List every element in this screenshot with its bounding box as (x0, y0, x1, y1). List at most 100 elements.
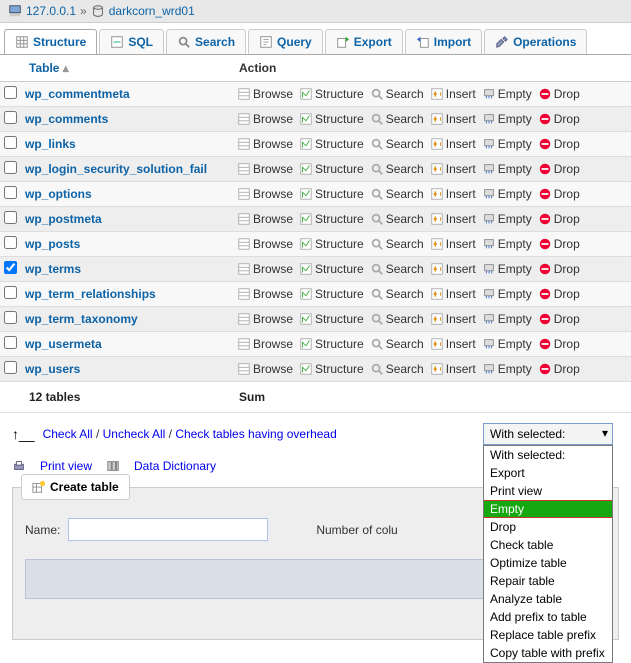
table-name-link[interactable]: wp_links (25, 137, 76, 151)
dropdown-option[interactable]: Replace table prefix (484, 626, 612, 644)
table-name-link[interactable]: wp_term_taxonomy (25, 312, 138, 326)
dropdown-option[interactable]: Empty (484, 500, 612, 518)
search-action[interactable]: Search (368, 111, 426, 127)
table-name-link[interactable]: wp_usermeta (25, 337, 102, 351)
row-checkbox[interactable] (4, 236, 17, 249)
tab-structure[interactable]: Structure (4, 29, 97, 54)
search-action[interactable]: Search (368, 336, 426, 352)
structure-action[interactable]: Structure (297, 211, 366, 227)
drop-action[interactable]: Drop (536, 186, 582, 202)
structure-action[interactable]: Structure (297, 111, 366, 127)
empty-action[interactable]: Empty (480, 311, 534, 327)
row-checkbox[interactable] (4, 261, 17, 274)
search-action[interactable]: Search (368, 86, 426, 102)
browse-action[interactable]: Browse (235, 311, 295, 327)
drop-action[interactable]: Drop (536, 136, 582, 152)
structure-action[interactable]: Structure (297, 311, 366, 327)
browse-action[interactable]: Browse (235, 186, 295, 202)
tab-sql[interactable]: SQL (99, 29, 164, 54)
drop-action[interactable]: Drop (536, 211, 582, 227)
empty-action[interactable]: Empty (480, 161, 534, 177)
browse-action[interactable]: Browse (235, 86, 295, 102)
print-view-link[interactable]: Print view (40, 459, 92, 473)
row-checkbox[interactable] (4, 361, 17, 374)
breadcrumb-host[interactable]: 127.0.0.1 (26, 4, 76, 18)
insert-action[interactable]: Insert (428, 86, 478, 102)
col-table[interactable]: Table ▴ (21, 55, 231, 82)
structure-action[interactable]: Structure (297, 136, 366, 152)
dropdown-option[interactable]: Copy table with prefix (484, 644, 612, 662)
insert-action[interactable]: Insert (428, 136, 478, 152)
breadcrumb-db[interactable]: darkcorn_wrd01 (109, 4, 195, 18)
row-checkbox[interactable] (4, 186, 17, 199)
check-all-link[interactable]: Check All (43, 427, 93, 441)
drop-action[interactable]: Drop (536, 261, 582, 277)
row-checkbox[interactable] (4, 336, 17, 349)
empty-action[interactable]: Empty (480, 86, 534, 102)
tab-export[interactable]: Export (325, 29, 403, 54)
search-action[interactable]: Search (368, 136, 426, 152)
insert-action[interactable]: Insert (428, 111, 478, 127)
table-name-link[interactable]: wp_comments (25, 112, 108, 126)
browse-action[interactable]: Browse (235, 236, 295, 252)
dropdown-option[interactable]: Print view (484, 482, 612, 500)
structure-action[interactable]: Structure (297, 336, 366, 352)
row-checkbox[interactable] (4, 161, 17, 174)
structure-action[interactable]: Structure (297, 286, 366, 302)
check-overhead-link[interactable]: Check tables having overhead (175, 427, 336, 441)
search-action[interactable]: Search (368, 361, 426, 377)
insert-action[interactable]: Insert (428, 211, 478, 227)
table-name-link[interactable]: wp_commentmeta (25, 87, 130, 101)
browse-action[interactable]: Browse (235, 336, 295, 352)
search-action[interactable]: Search (368, 261, 426, 277)
browse-action[interactable]: Browse (235, 136, 295, 152)
drop-action[interactable]: Drop (536, 111, 582, 127)
empty-action[interactable]: Empty (480, 136, 534, 152)
drop-action[interactable]: Drop (536, 336, 582, 352)
drop-action[interactable]: Drop (536, 161, 582, 177)
table-name-link[interactable]: wp_login_security_solution_fail (25, 162, 207, 176)
tab-query[interactable]: Query (248, 29, 323, 54)
browse-action[interactable]: Browse (235, 211, 295, 227)
table-name-link[interactable]: wp_options (25, 187, 92, 201)
browse-action[interactable]: Browse (235, 361, 295, 377)
browse-action[interactable]: Browse (235, 286, 295, 302)
table-name-link[interactable]: wp_users (25, 362, 80, 376)
dropdown-option[interactable]: With selected: (484, 446, 612, 464)
row-checkbox[interactable] (4, 136, 17, 149)
uncheck-all-link[interactable]: Uncheck All (103, 427, 166, 441)
structure-action[interactable]: Structure (297, 86, 366, 102)
structure-action[interactable]: Structure (297, 236, 366, 252)
browse-action[interactable]: Browse (235, 111, 295, 127)
dropdown-option[interactable]: Analyze table (484, 590, 612, 608)
insert-action[interactable]: Insert (428, 311, 478, 327)
search-action[interactable]: Search (368, 286, 426, 302)
table-name-input[interactable] (68, 518, 268, 541)
browse-action[interactable]: Browse (235, 261, 295, 277)
drop-action[interactable]: Drop (536, 311, 582, 327)
create-table-legend[interactable]: Create table (21, 474, 130, 500)
tab-import[interactable]: Import (405, 29, 482, 54)
empty-action[interactable]: Empty (480, 111, 534, 127)
browse-action[interactable]: Browse (235, 161, 295, 177)
structure-action[interactable]: Structure (297, 261, 366, 277)
table-name-link[interactable]: wp_term_relationships (25, 287, 156, 301)
dropdown-option[interactable]: Add prefix to table (484, 608, 612, 626)
tab-search[interactable]: Search (166, 29, 246, 54)
row-checkbox[interactable] (4, 311, 17, 324)
dropdown-option[interactable]: Optimize table (484, 554, 612, 572)
row-checkbox[interactable] (4, 86, 17, 99)
tab-operations[interactable]: Operations (484, 29, 587, 54)
dropdown-option[interactable]: Check table (484, 536, 612, 554)
insert-action[interactable]: Insert (428, 261, 478, 277)
search-action[interactable]: Search (368, 211, 426, 227)
table-name-link[interactable]: wp_posts (25, 237, 80, 251)
insert-action[interactable]: Insert (428, 361, 478, 377)
with-selected-dropdown[interactable]: With selected: (483, 423, 613, 445)
table-name-link[interactable]: wp_postmeta (25, 212, 102, 226)
drop-action[interactable]: Drop (536, 361, 582, 377)
search-action[interactable]: Search (368, 236, 426, 252)
search-action[interactable]: Search (368, 161, 426, 177)
drop-action[interactable]: Drop (536, 286, 582, 302)
empty-action[interactable]: Empty (480, 361, 534, 377)
